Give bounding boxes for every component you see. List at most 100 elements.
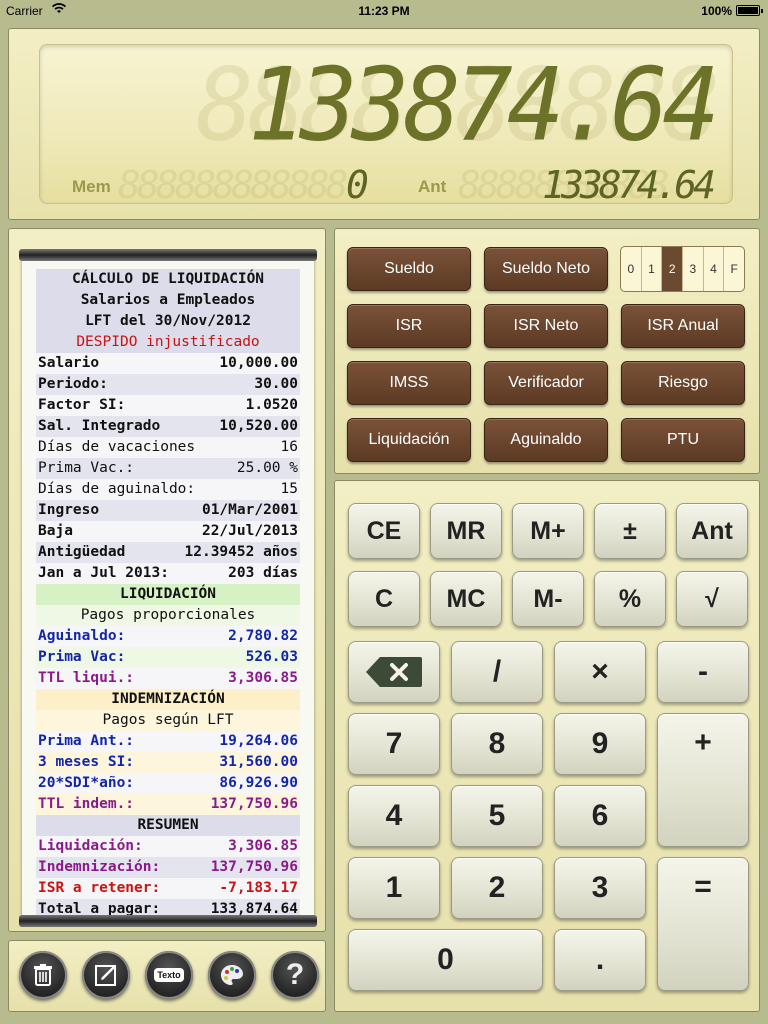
battery-icon bbox=[736, 5, 763, 16]
riesgo-button[interactable]: Riesgo bbox=[621, 361, 745, 405]
receipt-row-label: INDEMNIZACIÓN bbox=[111, 691, 225, 707]
mem-ghost-digits: 888888888888 bbox=[118, 163, 349, 207]
mc-key[interactable]: MC bbox=[430, 571, 502, 627]
key-8[interactable]: 8 bbox=[451, 713, 543, 775]
decimal-option-3[interactable]: 3 bbox=[683, 247, 704, 291]
palette-icon bbox=[221, 965, 243, 985]
paper-roll-bottom bbox=[19, 915, 317, 927]
receipt-row-label: Antigüedad bbox=[38, 544, 126, 560]
key-2[interactable]: 2 bbox=[451, 857, 543, 919]
receipt-row-label: Indemnización: bbox=[38, 859, 161, 875]
receipt-row: Jan a Jul 2013: 203 días bbox=[36, 563, 300, 584]
imss-button[interactable]: IMSS bbox=[347, 361, 471, 405]
receipt-row-value: 2,780.82 bbox=[228, 628, 298, 644]
multiply-key[interactable]: × bbox=[554, 641, 646, 703]
receipt-paper[interactable]: CÁLCULO DE LIQUIDACIÓN Salarios a Emplead… bbox=[22, 253, 314, 921]
percent-key[interactable]: % bbox=[594, 571, 666, 627]
question-icon: ? bbox=[285, 958, 305, 991]
isr-neto-button[interactable]: ISR Neto bbox=[484, 304, 608, 348]
ce-key[interactable]: CE bbox=[348, 503, 420, 559]
sqrt-key[interactable]: √ bbox=[676, 571, 748, 627]
receipt-row-label: Factor SI: bbox=[38, 397, 126, 413]
receipt-row-label: Sal. Integrado bbox=[38, 418, 161, 434]
decimal-option-2[interactable]: 2 bbox=[662, 247, 684, 291]
plus-minus-key[interactable]: ± bbox=[594, 503, 666, 559]
receipt-row-label: Días de vacaciones bbox=[38, 439, 196, 455]
liquidacion-button[interactable]: Liquidación bbox=[347, 418, 471, 462]
receipt-row-label: Baja bbox=[38, 523, 73, 539]
battery-percent: 100% bbox=[701, 4, 732, 18]
equals-key[interactable]: = bbox=[657, 857, 749, 991]
receipt-row-value: 12.39452 años bbox=[184, 544, 299, 560]
text-button[interactable]: Texto bbox=[145, 951, 193, 999]
receipt-list: CÁLCULO DE LIQUIDACIÓN Salarios a Emplead… bbox=[36, 269, 300, 920]
c-key[interactable]: C bbox=[348, 571, 420, 627]
receipt-row-value: 31,560.00 bbox=[219, 754, 298, 770]
key-0[interactable]: 0 bbox=[348, 929, 543, 991]
verificador-button[interactable]: Verificador bbox=[484, 361, 608, 405]
sueldo-neto-button[interactable]: Sueldo Neto bbox=[484, 247, 608, 291]
dot-key[interactable]: . bbox=[554, 929, 646, 991]
receipt-row: Ingreso 01/Mar/2001 bbox=[36, 500, 300, 521]
receipt-row: RESUMEN bbox=[36, 815, 300, 836]
help-button[interactable]: ? bbox=[271, 951, 319, 999]
function-panel: Sueldo Sueldo Neto 01234F ISR ISR Neto I… bbox=[334, 228, 760, 474]
minus-key[interactable]: - bbox=[657, 641, 749, 703]
palette-button[interactable] bbox=[208, 951, 256, 999]
receipt-row-label: Prima Vac.: bbox=[38, 460, 135, 476]
receipt-row-label: Periodo: bbox=[38, 376, 108, 392]
isr-anual-button[interactable]: ISR Anual bbox=[621, 304, 745, 348]
aguinaldo-button[interactable]: Aguinaldo bbox=[484, 418, 608, 462]
edit-icon bbox=[95, 965, 116, 986]
key-3[interactable]: 3 bbox=[554, 857, 646, 919]
receipt-row-value: 203 días bbox=[228, 565, 298, 581]
edit-button[interactable] bbox=[82, 951, 130, 999]
ant-value: 133874.64 bbox=[542, 163, 716, 207]
m-plus-key[interactable]: M+ bbox=[512, 503, 584, 559]
lcd-screen: 8888888888 133874.64 Mem 888888888888 0 … bbox=[39, 44, 733, 207]
decimal-option-f[interactable]: F bbox=[724, 247, 744, 291]
receipt-row-label: Pagos proporcionales bbox=[80, 607, 256, 623]
decimal-option-4[interactable]: 4 bbox=[704, 247, 725, 291]
receipt-row-value: -7,183.17 bbox=[219, 880, 298, 896]
receipt-row: TTL liqui.: 3,306.85 bbox=[36, 668, 300, 689]
receipt-row: Liquidación: 3,306.85 bbox=[36, 836, 300, 857]
trash-button[interactable] bbox=[19, 951, 67, 999]
key-1[interactable]: 1 bbox=[348, 857, 440, 919]
receipt-toolbar: Texto ? bbox=[8, 940, 326, 1012]
receipt-row-value: 137,750.96 bbox=[210, 859, 298, 875]
mr-key[interactable]: MR bbox=[430, 503, 502, 559]
receipt-row-value: 1.0520 bbox=[245, 397, 298, 413]
isr-button[interactable]: ISR bbox=[347, 304, 471, 348]
mem-value: 0 bbox=[346, 163, 369, 207]
key-9[interactable]: 9 bbox=[554, 713, 646, 775]
display-panel: 8888888888 133874.64 Mem 888888888888 0 … bbox=[8, 28, 760, 220]
keypad-panel: CE MR M+ ± Ant C MC M- % √ / × - 7 8 9 +… bbox=[334, 480, 760, 1012]
status-bar: Carrier 11:23 PM 100% bbox=[0, 0, 768, 22]
receipt-row-value: 30.00 bbox=[254, 376, 298, 392]
receipt-row: LFT del 30/Nov/2012 bbox=[36, 311, 300, 332]
sueldo-button[interactable]: Sueldo bbox=[347, 247, 471, 291]
plus-key[interactable]: + bbox=[657, 713, 749, 847]
receipt-row-label: Salario bbox=[38, 355, 100, 371]
key-5[interactable]: 5 bbox=[451, 785, 543, 847]
receipt-row: Antigüedad 12.39452 años bbox=[36, 542, 300, 563]
paper-roll-top bbox=[19, 249, 317, 261]
receipt-row: 3 meses SI: 31,560.00 bbox=[36, 752, 300, 773]
ptu-button[interactable]: PTU bbox=[621, 418, 745, 462]
receipt-row: Periodo: 30.00 bbox=[36, 374, 300, 395]
receipt-row-value: 22/Jul/2013 bbox=[201, 523, 298, 539]
receipt-row-label: Prima Vac: bbox=[38, 649, 126, 665]
key-4[interactable]: 4 bbox=[348, 785, 440, 847]
decimal-option-1[interactable]: 1 bbox=[642, 247, 663, 291]
decimal-option-0[interactable]: 0 bbox=[621, 247, 642, 291]
ant-key[interactable]: Ant bbox=[676, 503, 748, 559]
key-7[interactable]: 7 bbox=[348, 713, 440, 775]
m-minus-key[interactable]: M- bbox=[512, 571, 584, 627]
receipt-row-label: TTL liqui.: bbox=[38, 670, 135, 686]
key-6[interactable]: 6 bbox=[554, 785, 646, 847]
receipt-row-label: LIQUIDACIÓN bbox=[119, 586, 217, 602]
receipt-row: Aguinaldo: 2,780.82 bbox=[36, 626, 300, 647]
divide-key[interactable]: / bbox=[451, 641, 543, 703]
backspace-key[interactable] bbox=[348, 641, 440, 703]
